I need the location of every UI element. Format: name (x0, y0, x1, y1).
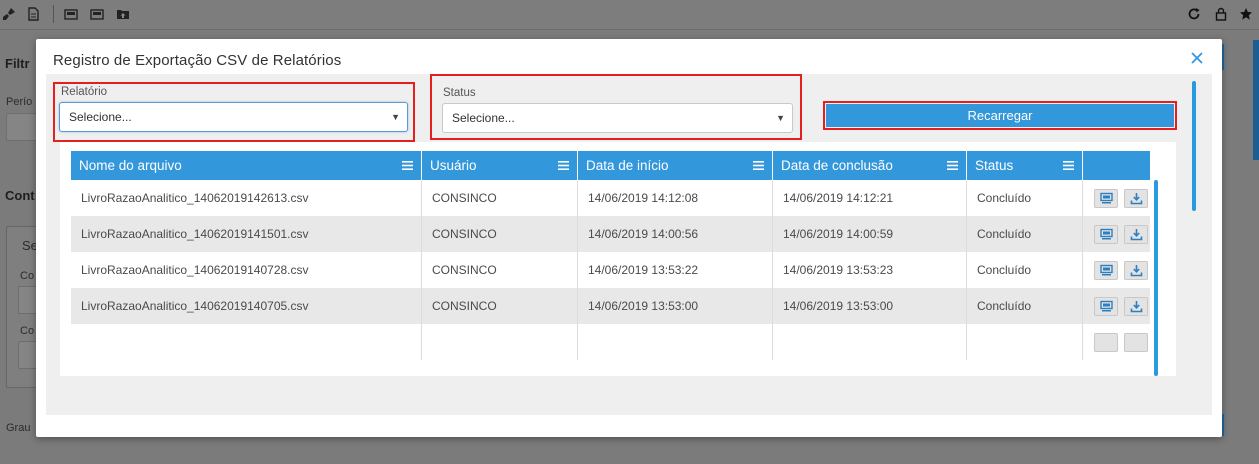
broom-icon[interactable] (2, 7, 16, 21)
background-co-field-2 (18, 341, 38, 369)
cell-status (967, 324, 1083, 360)
column-menu-icon[interactable] (1063, 160, 1074, 171)
view-icon[interactable] (1094, 189, 1118, 208)
column-header-file[interactable]: Nome do arquivo (71, 151, 422, 180)
column-header-end-label: Data de conclusão (781, 158, 893, 173)
column-header-actions (1083, 151, 1150, 180)
column-header-start[interactable]: Data de início (578, 151, 773, 180)
column-menu-icon[interactable] (402, 160, 413, 171)
column-menu-icon[interactable] (558, 160, 569, 171)
download-icon[interactable] (1124, 333, 1148, 352)
background-grau-label: Grau (6, 422, 31, 434)
view-icon[interactable] (1094, 225, 1118, 244)
column-header-status-label: Status (975, 158, 1014, 173)
download-icon[interactable] (1124, 297, 1148, 316)
lock-icon[interactable] (1214, 7, 1228, 21)
background-filter-heading: Filtr (5, 56, 30, 71)
relatorio-label: Relatório (61, 86, 108, 98)
toolbar-divider (53, 5, 54, 23)
export-grid: Nome do arquivo Usuário Data de início D… (60, 142, 1176, 376)
cell-user: CONSINCO (422, 288, 578, 324)
download-icon[interactable] (1124, 261, 1148, 280)
cell-file (71, 324, 422, 360)
cell-start: 14/06/2019 13:53:00 (578, 288, 773, 324)
refresh-icon[interactable] (1187, 7, 1201, 21)
grid-scrollbar[interactable] (1154, 180, 1158, 376)
column-header-end[interactable]: Data de conclusão (773, 151, 967, 180)
cell-status: Concluído (967, 216, 1083, 252)
status-label: Status (443, 87, 476, 99)
close-icon[interactable] (1189, 50, 1205, 66)
cell-user: CONSINCO (422, 180, 578, 216)
star-icon[interactable] (1239, 7, 1253, 21)
column-header-status[interactable]: Status (967, 151, 1083, 180)
cell-end: 14/06/2019 14:12:21 (773, 180, 967, 216)
cell-file: LivroRazaoAnalitico_14062019140728.csv (71, 252, 422, 288)
cell-user: CONSINCO (422, 252, 578, 288)
table-row[interactable] (71, 324, 1150, 360)
status-select[interactable]: Selecione... ▼ (442, 103, 793, 133)
folder-upload-icon[interactable] (116, 7, 130, 21)
background-toolbar (0, 0, 1259, 30)
relatorio-select[interactable]: Selecione... ▼ (59, 102, 408, 132)
cell-status: Concluído (967, 288, 1083, 324)
cell-user (422, 324, 578, 360)
column-header-file-label: Nome do arquivo (79, 158, 182, 173)
cell-start: 14/06/2019 13:53:22 (578, 252, 773, 288)
column-menu-icon[interactable] (947, 160, 958, 171)
background-co-label-2: Co (20, 325, 35, 337)
modal-title: Registro de Exportação CSV de Relatórios (53, 52, 342, 69)
cell-end: 14/06/2019 14:00:59 (773, 216, 967, 252)
export-log-modal: Registro de Exportação CSV de Relatórios… (36, 39, 1222, 437)
column-menu-icon[interactable] (753, 160, 764, 171)
cell-file: LivroRazaoAnalitico_14062019140705.csv (71, 288, 422, 324)
background-period-label: Perío (6, 96, 33, 108)
table-row[interactable]: LivroRazaoAnalitico_14062019141501.csv C… (71, 216, 1150, 252)
view-icon[interactable] (1094, 333, 1118, 352)
cell-status: Concluído (967, 252, 1083, 288)
cell-start: 14/06/2019 14:12:08 (578, 180, 773, 216)
background-co-field-1 (18, 286, 38, 314)
status-filter-highlight: Status Selecione... ▼ (430, 74, 802, 140)
relatorio-filter-highlight: Relatório Selecione... ▼ (53, 82, 415, 142)
chevron-down-icon: ▼ (391, 112, 400, 122)
chevron-down-icon: ▼ (776, 113, 785, 123)
cell-start: 14/06/2019 14:00:56 (578, 216, 773, 252)
cell-file: LivroRazaoAnalitico_14062019141501.csv (71, 216, 422, 252)
table-row[interactable]: LivroRazaoAnalitico_14062019142613.csv C… (71, 180, 1150, 216)
cell-user: CONSINCO (422, 216, 578, 252)
modal-body: Relatório Selecione... ▼ Status Selecion… (46, 74, 1212, 415)
status-select-value: Selecione... (452, 111, 515, 125)
cell-end (773, 324, 967, 360)
relatorio-select-value: Selecione... (69, 110, 132, 124)
cell-status: Concluído (967, 180, 1083, 216)
csv-icon[interactable] (64, 7, 78, 21)
table-row[interactable]: LivroRazaoAnalitico_14062019140705.csv C… (71, 288, 1150, 324)
download-icon[interactable] (1124, 189, 1148, 208)
cell-file: LivroRazaoAnalitico_14062019142613.csv (71, 180, 422, 216)
modal-scrollbar[interactable] (1192, 81, 1196, 211)
cell-start (578, 324, 773, 360)
background-period-field (6, 113, 40, 141)
view-icon[interactable] (1094, 297, 1118, 316)
background-scrollbar (1253, 40, 1259, 160)
grid-header: Nome do arquivo Usuário Data de início D… (71, 151, 1150, 180)
background-cont-heading: Cont (5, 188, 35, 203)
column-header-user[interactable]: Usuário (422, 151, 578, 180)
cell-end: 14/06/2019 13:53:23 (773, 252, 967, 288)
reload-button-highlight: Recarregar (823, 101, 1177, 130)
pdf-icon[interactable] (90, 7, 104, 21)
background-co-label-1: Co (20, 270, 35, 282)
table-row[interactable]: LivroRazaoAnalitico_14062019140728.csv C… (71, 252, 1150, 288)
reload-button[interactable]: Recarregar (826, 104, 1174, 127)
view-icon[interactable] (1094, 261, 1118, 280)
download-icon[interactable] (1124, 225, 1148, 244)
cell-end: 14/06/2019 13:53:00 (773, 288, 967, 324)
column-header-start-label: Data de início (586, 158, 669, 173)
document-icon[interactable] (26, 7, 40, 21)
column-header-user-label: Usuário (430, 158, 477, 173)
